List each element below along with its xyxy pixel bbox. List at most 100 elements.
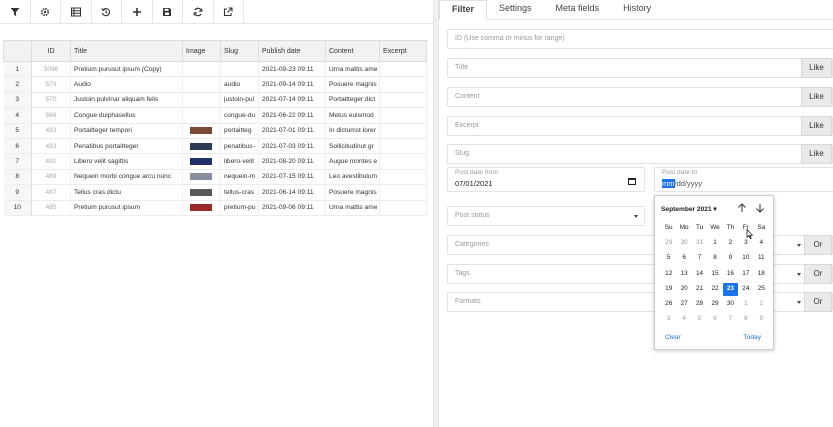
excerpt-cell[interactable] [379,123,427,139]
title-cell[interactable]: Audio [70,76,183,93]
day-cell[interactable]: 4 [754,237,769,250]
day-cell[interactable]: 7 [692,252,707,265]
content-filter-input[interactable]: Content Like [447,87,833,107]
column-header-id[interactable]: ID [31,40,71,62]
publish-date-cell[interactable]: 2021-08-20 09:11 [258,153,326,170]
day-cell[interactable]: 13 [676,268,691,281]
day-cell[interactable]: 1 [738,298,753,311]
post-status-select[interactable]: Post status [447,206,645,226]
day-cell[interactable]: 8 [707,252,722,265]
day-cell[interactable]: 15 [707,268,722,281]
row-number-cell[interactable]: 7 [3,153,32,170]
excerpt-cell[interactable] [379,138,427,155]
excerpt-filter-input[interactable]: Excerpt Like [447,116,833,136]
slug-cell[interactable]: congue-du [220,107,259,124]
content-cell[interactable]: Posuere magnis [325,184,380,201]
table-row[interactable]: 4 566 Congue duiphasellus congue-du 2021-06-… [3,107,427,124]
column-header-publish-date[interactable]: Publish date [258,40,326,62]
open-external-button[interactable] [214,0,244,24]
row-number-cell[interactable]: 9 [3,184,32,201]
content-cell[interactable]: In dictumst lorer [325,123,380,139]
day-cell[interactable]: 31 [692,237,707,250]
table-row[interactable]: 6 493 Penatibus portaitteger penatibus- 2021… [3,138,427,155]
publish-date-cell[interactable]: 2021-09-23 09:11 [258,61,326,78]
day-cell[interactable]: 29 [661,237,676,250]
day-cell[interactable]: 30 [676,237,691,250]
table-row[interactable]: 10 485 Pretium purusut ipsum pretium-pu 2021… [3,200,427,216]
day-cell[interactable]: 27 [676,298,691,311]
publish-date-cell[interactable]: 2021-09-14 09:11 [258,76,326,93]
slug-cell[interactable]: pretium-pu [220,200,259,216]
post-date-to-month-segment[interactable]: mm [662,179,675,188]
content-like-button[interactable]: Like [801,87,832,107]
column-header-title[interactable]: Title [70,40,183,62]
add-button[interactable] [122,0,153,24]
publish-date-cell[interactable]: 2021-06-14 09:11 [258,184,326,201]
content-cell[interactable]: Portaitteger dict [325,92,380,109]
row-number-cell[interactable]: 1 [3,61,32,78]
id-cell[interactable]: 487 [31,184,71,201]
day-cell[interactable]: 25 [754,283,769,296]
day-cell[interactable]: 10 [738,252,753,265]
id-cell[interactable]: 485 [31,200,71,216]
excerpt-cell[interactable] [379,169,427,186]
tab-history[interactable]: History [611,0,663,20]
calendar-icon[interactable] [628,178,636,185]
day-cell[interactable]: 18 [754,268,769,281]
settings-button[interactable] [31,0,61,24]
formats-or-button[interactable]: Or [804,292,832,312]
table-row[interactable]: 3 570 Justoin pulvinar aliquam felis justoi… [3,92,427,109]
excerpt-cell[interactable] [379,153,427,170]
day-cell[interactable]: 3 [661,313,676,326]
slug-filter-input[interactable]: Slug Like [447,144,833,164]
day-cell[interactable]: 9 [754,313,769,326]
tags-select[interactable]: Tags Or [447,264,833,284]
row-number-cell[interactable]: 6 [3,138,32,155]
day-cell[interactable]: 8 [738,313,753,326]
publish-date-cell[interactable]: 2021-07-14 09:11 [258,92,326,109]
id-cell[interactable]: 491 [31,153,71,170]
day-cell[interactable]: 5 [692,313,707,326]
day-cell-selected[interactable]: 23 [722,282,739,296]
id-filter-input[interactable]: ID (Use comma or minus for range) [447,29,833,49]
day-cell[interactable]: 30 [723,298,738,311]
clear-button[interactable]: Clear [665,334,681,341]
title-cell[interactable]: Tellus cras dictu [70,184,183,201]
table-row[interactable]: 2 573 Audio audio 2021-09-14 09:11 Posuere ma… [3,76,427,93]
title-cell[interactable]: Penatibus portaitteger [70,138,183,155]
row-number-cell[interactable]: 10 [3,200,32,216]
day-cell[interactable]: 11 [754,252,769,265]
id-cell[interactable]: 493 [31,123,71,139]
excerpt-cell[interactable] [379,92,427,109]
excerpt-cell[interactable] [379,107,427,124]
save-button[interactable] [153,0,183,24]
arrow-up-icon[interactable] [737,203,747,213]
tags-or-button[interactable]: Or [804,264,832,284]
tab-meta-fields[interactable]: Meta fields [544,0,612,20]
image-cell[interactable] [182,92,221,109]
image-cell[interactable] [182,200,221,216]
table-row[interactable]: 5 493 Portaitteger tempori portaitteg 2021-0… [3,123,427,139]
day-cell[interactable]: 17 [738,268,753,281]
publish-date-cell[interactable]: 2021-07-15 09:11 [258,169,326,186]
slug-cell[interactable]: penatibus- [220,138,259,155]
column-header-slug[interactable]: Slug [220,40,259,62]
id-cell[interactable]: 493 [31,138,71,155]
day-cell[interactable]: 7 [723,313,738,326]
arrow-down-icon[interactable] [755,203,765,213]
filter-button[interactable] [0,0,31,24]
publish-date-cell[interactable]: 2021-06-22 09:11 [258,107,326,124]
day-cell[interactable]: 2 [754,298,769,311]
content-cell[interactable]: Urna mattis ame [325,61,380,78]
day-cell[interactable]: 5 [661,252,676,265]
table-row[interactable]: 9 487 Tellus cras dictu tellus-cras 2021-06-… [3,184,427,201]
day-cell[interactable]: 19 [661,283,676,296]
table-row[interactable]: 1 3096 Pretium purusut ipsum (Copy) 2021-09… [3,61,427,78]
row-number-cell[interactable]: 4 [3,107,32,124]
day-cell[interactable]: 21 [692,283,707,296]
column-header-excerpt[interactable]: Excerpt [379,40,427,62]
excerpt-like-button[interactable]: Like [801,116,832,136]
post-date-from-input[interactable]: Post date from 07/01/2021 [447,167,645,192]
title-cell[interactable]: Justoin pulvinar aliquam felis [70,92,183,109]
slug-cell[interactable]: portaitteg [220,123,259,139]
